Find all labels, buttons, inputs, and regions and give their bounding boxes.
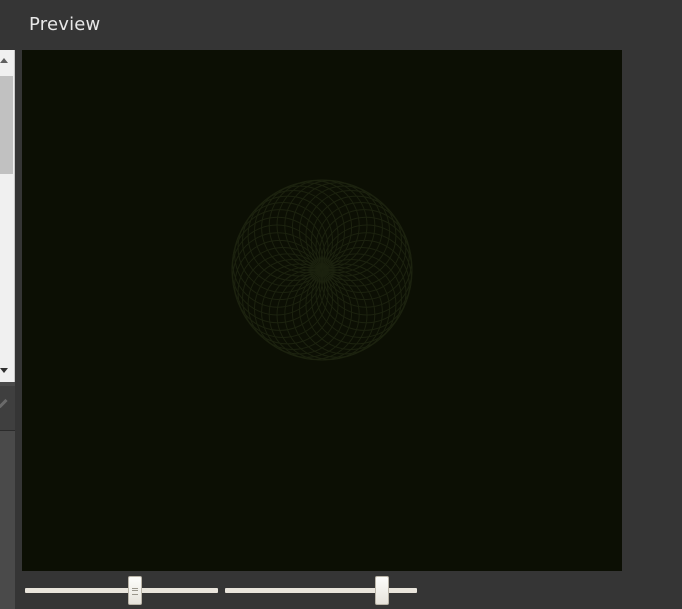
slider-2[interactable]	[225, 576, 417, 605]
grip-icon	[132, 588, 138, 595]
preview-window: Preview	[0, 0, 682, 609]
slider-track	[25, 588, 218, 593]
scrollbar-thumb[interactable]	[0, 76, 13, 174]
pencil-icon	[0, 398, 8, 409]
arrow-up-icon[interactable]	[0, 58, 8, 63]
slider-thumb[interactable]	[128, 576, 142, 605]
preview-canvas	[22, 50, 622, 571]
panel-title: Preview	[29, 14, 101, 35]
left-list-panel[interactable]	[0, 50, 15, 382]
edit-tool-button[interactable]	[0, 386, 15, 431]
spirograph-pattern	[231, 179, 413, 361]
slider-1[interactable]	[25, 576, 218, 605]
slider-thumb[interactable]	[375, 576, 390, 605]
arrow-down-icon[interactable]	[0, 368, 8, 373]
